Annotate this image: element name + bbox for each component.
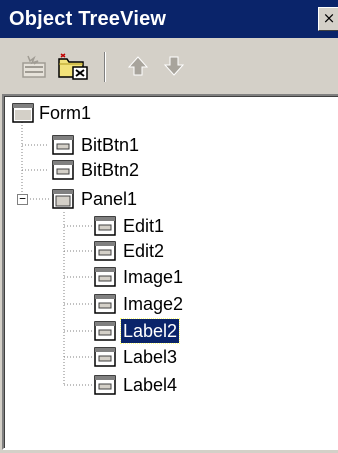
component-icon xyxy=(94,216,116,236)
delete-folder-button[interactable] xyxy=(56,50,88,82)
move-up-button[interactable] xyxy=(122,50,154,82)
window-title: Object TreeView xyxy=(9,8,167,30)
toolbar xyxy=(0,40,338,90)
tree-node-edit1[interactable]: Edit1 xyxy=(121,214,166,238)
move-up-icon xyxy=(127,56,149,76)
tree-node-label2[interactable]: Label2 xyxy=(119,318,181,344)
expander-panel1[interactable]: − xyxy=(17,193,28,205)
move-down-button[interactable] xyxy=(158,50,190,82)
component-icon xyxy=(52,160,74,180)
tree-node-image2[interactable]: Image2 xyxy=(121,292,185,316)
new-item-button[interactable] xyxy=(18,50,50,82)
close-button[interactable]: × xyxy=(318,7,338,31)
component-icon xyxy=(94,321,116,341)
object-tree[interactable]: − Form1 BitBtn1 BitBtn2 Panel1 Edit1 Edi… xyxy=(2,94,338,450)
tree-node-image1[interactable]: Image1 xyxy=(121,265,185,289)
form-icon xyxy=(12,103,34,123)
component-icon xyxy=(94,241,116,261)
folder-delete-icon xyxy=(58,53,88,80)
tree-node-label3[interactable]: Label3 xyxy=(121,345,179,369)
component-icon xyxy=(94,267,116,287)
move-down-icon xyxy=(163,56,185,76)
panel-icon xyxy=(52,189,74,209)
tree-node-panel1[interactable]: Panel1 xyxy=(79,187,139,211)
tree-node-bitbtn2[interactable]: BitBtn2 xyxy=(79,158,141,182)
new-item-icon xyxy=(22,55,46,78)
component-icon xyxy=(94,375,116,395)
component-icon xyxy=(94,347,116,367)
tree-node-form1[interactable]: Form1 xyxy=(37,101,93,125)
tree-node-edit2[interactable]: Edit2 xyxy=(121,239,166,263)
component-icon xyxy=(94,294,116,314)
component-icon xyxy=(52,135,74,155)
object-treeview-window: Object TreeView × − Form1 BitBtn1 BitBtn… xyxy=(0,0,338,453)
tree-node-bitbtn1[interactable]: BitBtn1 xyxy=(79,133,141,157)
close-icon: × xyxy=(322,9,336,27)
title-bar[interactable]: Object TreeView × xyxy=(0,0,338,40)
toolbar-separator xyxy=(104,52,106,82)
tree-node-label4[interactable]: Label4 xyxy=(121,373,179,397)
